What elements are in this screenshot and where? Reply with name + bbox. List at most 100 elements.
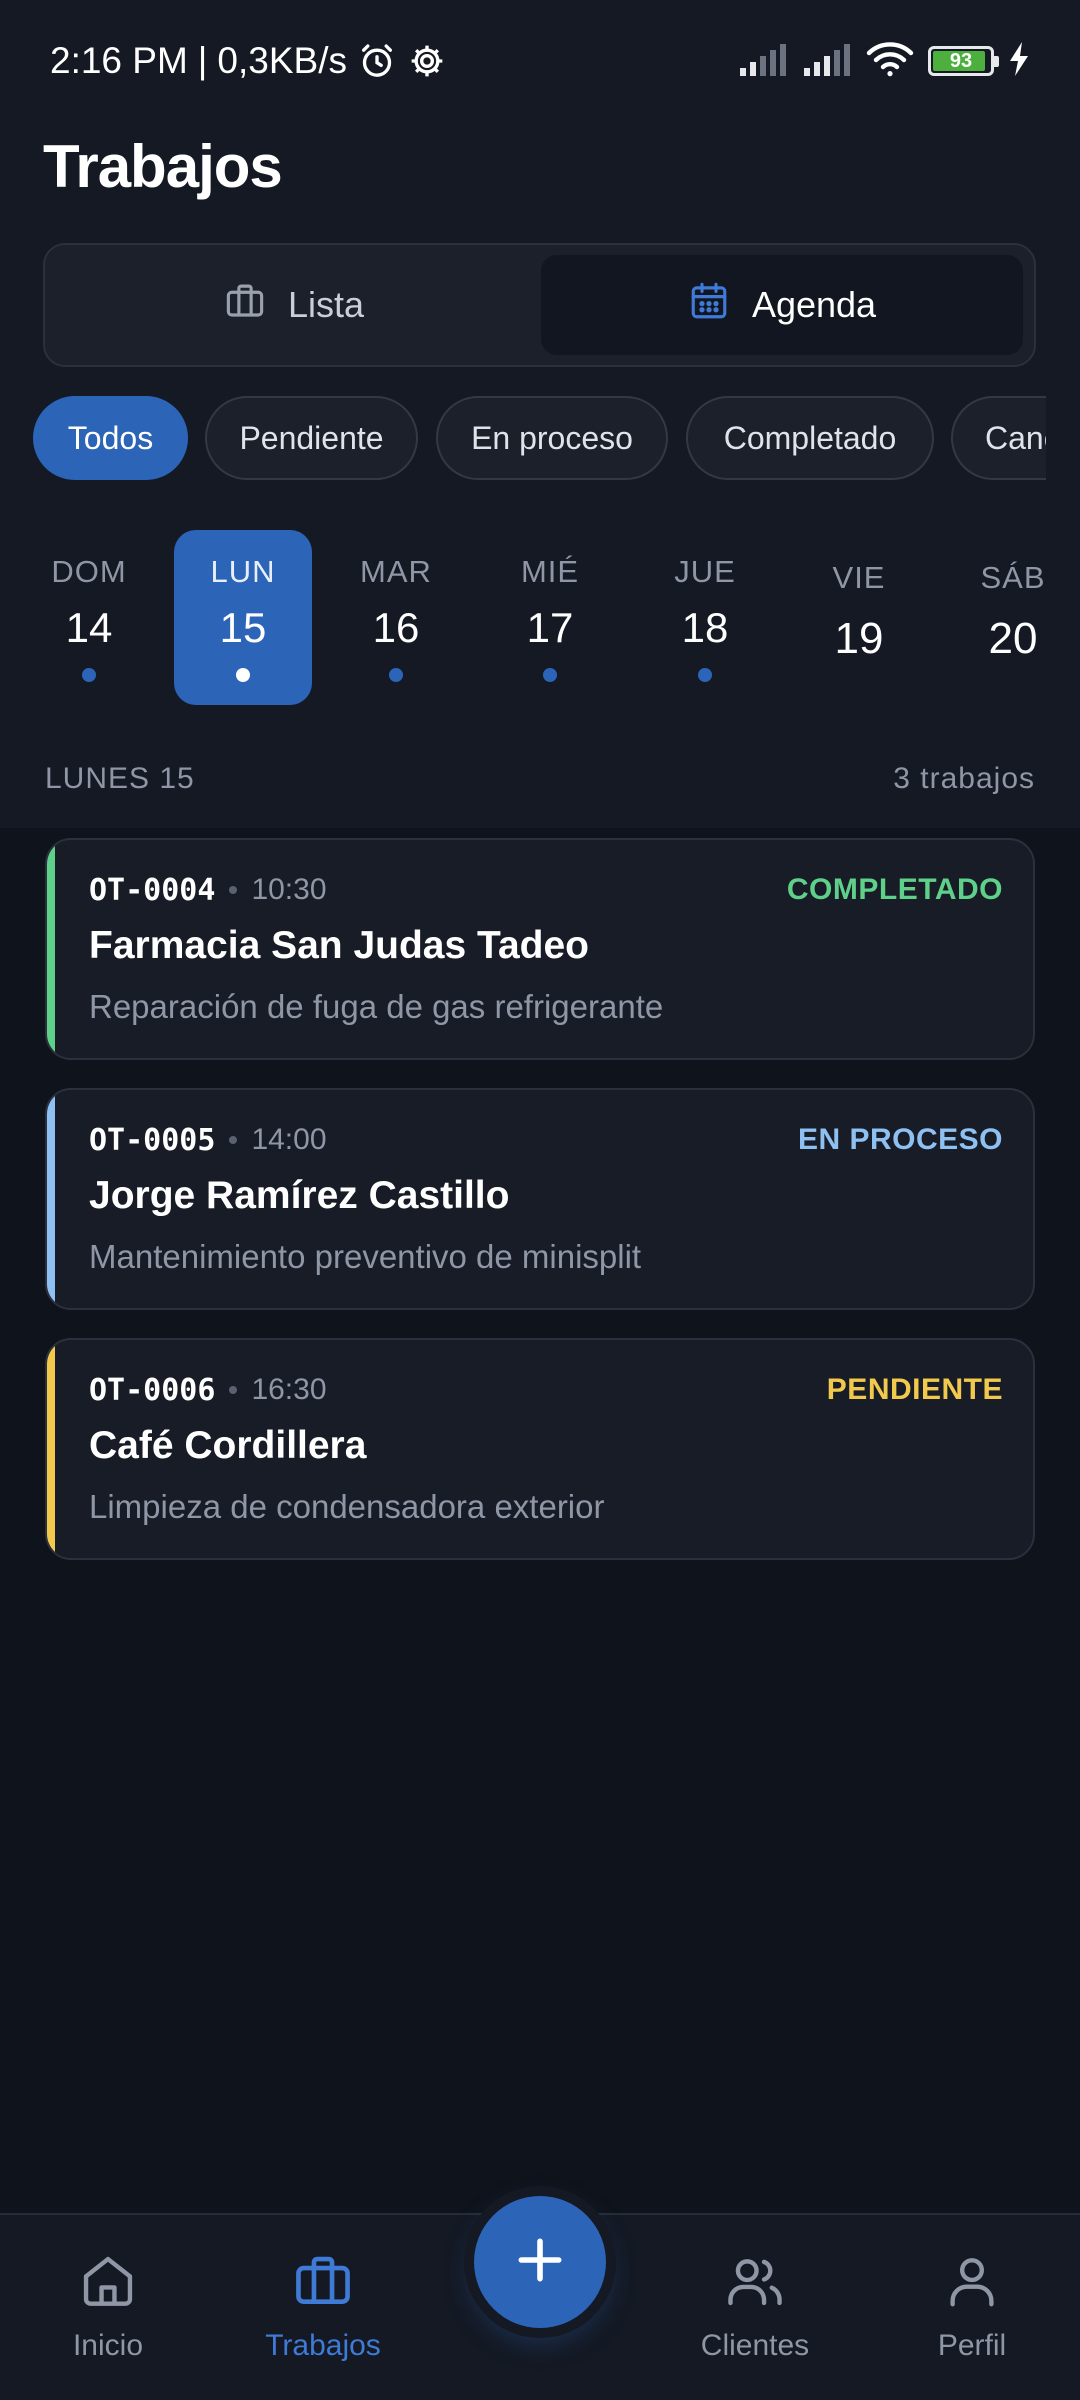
jobs-indicator-dot: [698, 668, 712, 682]
meta-separator: [229, 886, 238, 894]
job-client: Jorge Ramírez Castillo: [89, 1174, 510, 1217]
job-time: 16:30: [251, 1373, 327, 1406]
job-status-label: EN PROCESO: [797, 1123, 1003, 1156]
meta-separator: [229, 1386, 238, 1394]
job-card[interactable]: OT-0004 10:30 COMPLETADO Farmacia San Ju…: [45, 838, 1035, 1060]
day-lun-15[interactable]: LUN 15: [174, 530, 312, 705]
settings-icon: [407, 41, 447, 81]
job-status-label: COMPLETADO: [786, 873, 1003, 906]
status-bar: 2:16 PM | 0,3KB/s 93: [0, 0, 1080, 120]
section-title: LUNES 15: [45, 762, 195, 795]
job-meta: OT-0006 16:30: [89, 1370, 327, 1410]
job-status-accent: [47, 1090, 55, 1308]
day-jue-18[interactable]: JUE 18: [636, 530, 774, 705]
day-dom-14[interactable]: DOM 14: [20, 530, 158, 705]
signal-icon: [802, 42, 852, 81]
battery-icon: 93: [928, 46, 999, 76]
job-time: 14:00: [251, 1123, 327, 1156]
plus-icon: [512, 2232, 568, 2293]
status-time: 2:16 PM: [50, 40, 188, 81]
job-status-accent: [47, 840, 55, 1058]
signal-icon: [738, 42, 788, 81]
job-code: OT-0005: [89, 1122, 216, 1158]
briefcase-icon: [292, 2250, 354, 2317]
filter-chip-todos[interactable]: Todos: [33, 396, 188, 480]
day-sab-20[interactable]: SÁB 20: [944, 530, 1080, 705]
filter-chips: Todos Pendiente En proceso Completado Ca…: [0, 396, 1046, 480]
nav-item-trabajos[interactable]: Trabajos: [233, 2250, 413, 2370]
users-icon: [724, 2250, 786, 2317]
page-title: Trabajos: [43, 133, 283, 200]
home-icon: [77, 2250, 139, 2317]
status-divider: |: [197, 40, 208, 81]
job-meta: OT-0005 14:00: [89, 1120, 327, 1160]
day-vie-19[interactable]: VIE 19: [790, 530, 928, 705]
job-card[interactable]: OT-0006 16:30 PENDIENTE Café Cordillera …: [45, 1338, 1035, 1560]
job-meta: OT-0004 10:30: [89, 870, 327, 910]
charging-icon: [1008, 41, 1030, 81]
job-description: Reparación de fuga de gas refrigerante: [89, 988, 664, 1025]
day-name: LUN: [210, 554, 276, 589]
filter-chip-en-proceso[interactable]: En proceso: [436, 396, 668, 480]
filter-chip-completado[interactable]: Completado: [686, 396, 934, 480]
day-name: DOM: [51, 554, 127, 589]
nav-label: Perfil: [937, 2329, 1007, 2362]
day-number: 14: [65, 604, 113, 651]
job-client: Farmacia San Judas Tadeo: [89, 924, 589, 967]
job-code: OT-0004: [89, 872, 216, 908]
day-number: 20: [988, 614, 1038, 663]
status-left: 2:16 PM | 0,3KB/s: [50, 38, 447, 84]
day-number: 18: [681, 604, 729, 651]
briefcase-icon: [224, 280, 266, 331]
alarm-icon: [357, 41, 397, 81]
job-status-label: PENDIENTE: [826, 1373, 1003, 1406]
app-screen: 2:16 PM | 0,3KB/s 93 Trabajos Lista Agen…: [0, 0, 1080, 2400]
job-description: Mantenimiento preventivo de minisplit: [89, 1238, 642, 1275]
day-mie-17[interactable]: MIÉ 17: [481, 530, 619, 705]
jobs-indicator-dot: [236, 668, 250, 682]
job-card[interactable]: OT-0005 14:00 EN PROCESO Jorge Ramírez C…: [45, 1088, 1035, 1310]
user-icon: [941, 2250, 1003, 2317]
status-right: 93: [738, 38, 1030, 84]
wifi-icon: [866, 40, 914, 83]
section-count: 3 trabajos: [893, 762, 1035, 795]
day-name: SÁB: [980, 560, 1046, 595]
day-name: MAR: [360, 554, 432, 589]
job-status-accent: [47, 1340, 55, 1558]
nav-label: Trabajos: [265, 2329, 381, 2362]
jobs-indicator-dot: [389, 668, 403, 682]
jobs-indicator-dot: [82, 668, 96, 682]
status-network-speed: 0,3KB/s: [217, 40, 347, 81]
day-name: JUE: [674, 554, 736, 589]
filter-chip-pendiente[interactable]: Pendiente: [205, 396, 418, 480]
jobs-indicator-dot: [543, 668, 557, 682]
day-number: 15: [219, 604, 267, 651]
calendar-icon: [688, 280, 730, 331]
job-client: Café Cordillera: [89, 1424, 367, 1467]
job-time: 10:30: [251, 873, 327, 906]
filter-chip-cancelado[interactable]: Cancelado: [951, 396, 1046, 480]
job-description: Limpieza de condensadora exterior: [89, 1488, 605, 1525]
week-strip: DOM 14 LUN 15 MAR 16 MIÉ 17 JUE 18 VIE 1…: [0, 530, 1080, 710]
day-name: VIE: [832, 560, 886, 595]
tab-lista-label: Lista: [287, 284, 365, 325]
tab-lista[interactable]: Lista: [53, 255, 535, 355]
nav-item-clientes[interactable]: Clientes: [665, 2250, 845, 2370]
nav-label: Clientes: [700, 2329, 810, 2362]
add-job-button[interactable]: [474, 2196, 606, 2328]
nav-item-perfil[interactable]: Perfil: [882, 2250, 1062, 2370]
battery-tip: [994, 56, 999, 67]
day-name: MIÉ: [520, 554, 580, 589]
day-mar-16[interactable]: MAR 16: [327, 530, 465, 705]
tab-agenda[interactable]: Agenda: [541, 255, 1023, 355]
job-code: OT-0006: [89, 1372, 216, 1408]
nav-item-inicio[interactable]: Inicio: [18, 2250, 198, 2370]
day-number: 16: [372, 604, 420, 651]
battery-level: 93: [949, 49, 973, 72]
meta-separator: [229, 1136, 238, 1144]
nav-label: Inicio: [72, 2329, 144, 2362]
day-number: 19: [834, 614, 884, 663]
tab-agenda-label: Agenda: [751, 284, 877, 325]
view-toggle: Lista Agenda: [43, 243, 1036, 367]
day-number: 17: [526, 604, 574, 651]
